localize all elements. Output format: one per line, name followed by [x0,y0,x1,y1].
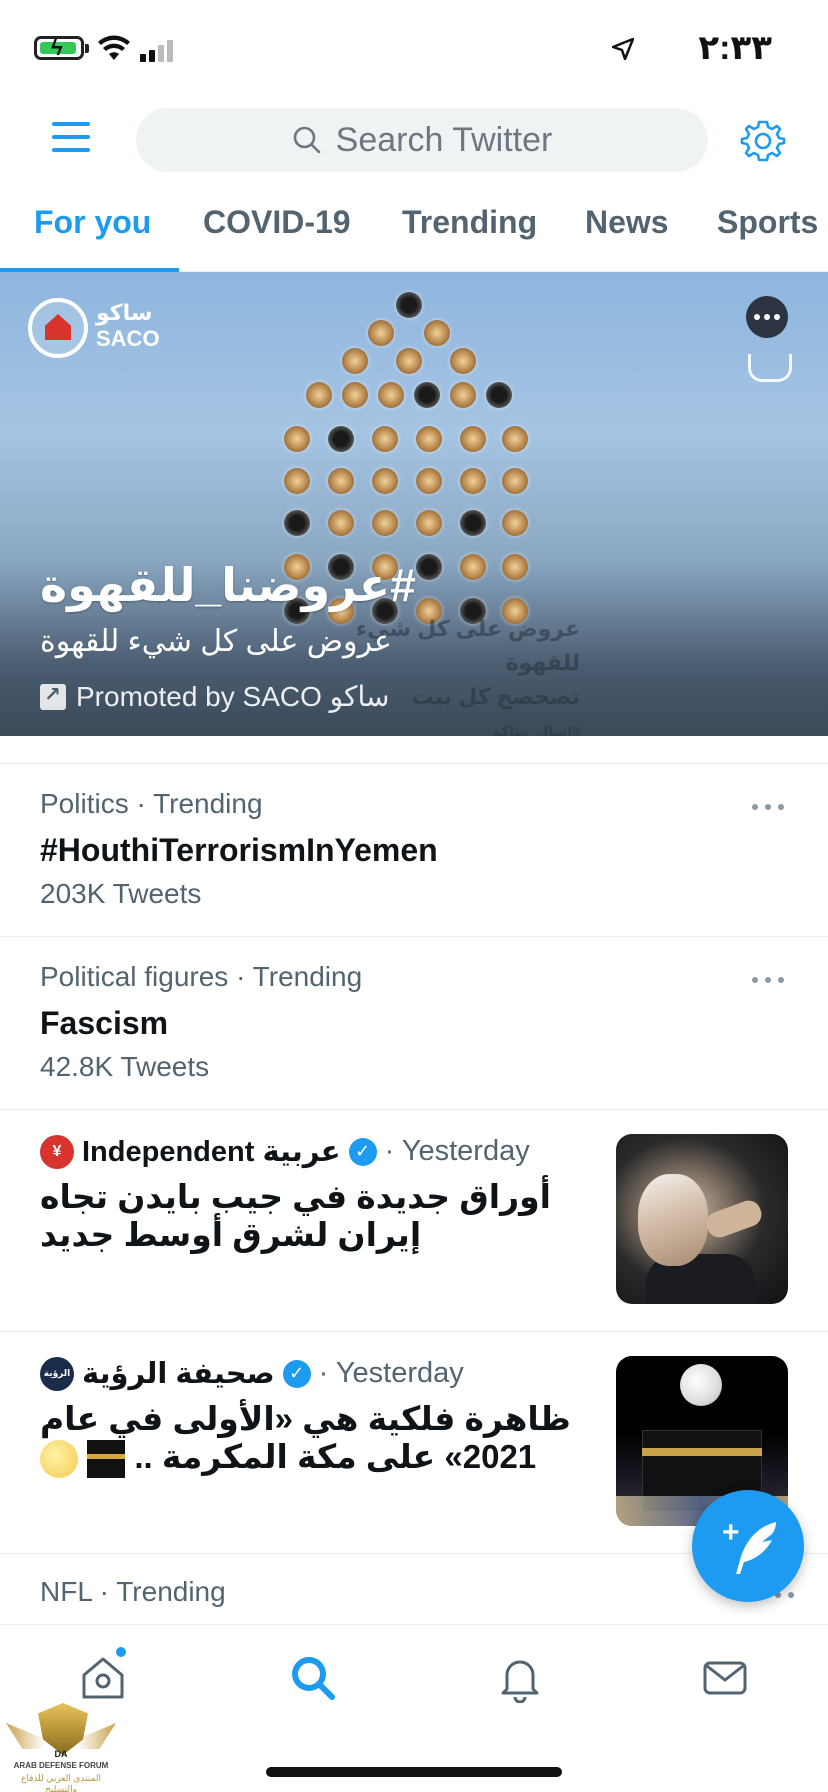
bottom-navigation: DA ARAB DEFENSE FORUM المنتدى العربي للد… [0,1624,828,1792]
header: Search Twitter [0,96,828,186]
promo-subline: عروض على كل شيء للقهوة [40,625,392,658]
status-bar: ϟ ٢:٣٣ [0,0,828,96]
section-divider [0,736,828,764]
news-source: الرؤية صحيفة الرؤية ✓ · Yesterday [40,1356,464,1391]
more-icon[interactable] [752,977,784,985]
trend-count: 203K Tweets [40,878,202,909]
search-placeholder: Search Twitter [335,120,553,159]
location-arrow-icon [612,38,634,60]
wifi-icon [98,35,130,60]
trend-title: Fascism [40,1005,169,1041]
tab-sports[interactable]: Sports [717,204,818,241]
tab-news[interactable]: News [585,204,669,241]
menu-icon[interactable] [52,122,90,156]
compose-tweet-button[interactable]: + [692,1490,804,1602]
full-moon-emoji-icon [40,1440,78,1479]
trend-meta: NFL · Trending [40,1576,226,1607]
promoted-icon [40,682,66,710]
status-time: ٢:٣٣ [698,29,772,67]
coffee-cup-icon [748,354,792,382]
battery-charging-icon: ϟ [34,35,89,60]
kaaba-emoji-icon [87,1440,126,1479]
news-source: ¥ Independent عربية ✓ · Yesterday [40,1134,530,1169]
cellular-signal-icon [140,40,173,62]
trend-meta: Political figures · Trending [40,961,363,992]
trend-item[interactable]: Political figures · Trending Fascism 42.… [0,937,828,1110]
more-options-button[interactable] [746,296,788,338]
promoted-trend-banner[interactable]: ساكو SACO عروض على كل شيء للقهوة تصحصح ك… [0,272,828,736]
verified-badge-icon: ✓ [348,1137,377,1166]
saco-logo-text: ساكو SACO [96,300,160,351]
more-icon[interactable] [752,804,784,812]
search-input[interactable]: Search Twitter [136,108,708,172]
search-nav-icon[interactable] [288,1653,338,1703]
gear-icon[interactable] [740,118,786,164]
tab-for-you[interactable]: For you [34,204,151,241]
new-content-dot [116,1647,126,1657]
trend-title: #HouthiTerrorismInYemen [40,832,438,868]
arab-defense-forum-watermark: DA ARAB DEFENSE FORUM المنتدى العربي للد… [6,1703,116,1792]
alroeya-logo: الرؤية [40,1356,74,1391]
trend-item[interactable]: Politics · Trending #HouthiTerrorismInYe… [0,764,828,937]
promoted-label: Promoted by SACO ساكو [40,680,389,713]
verified-badge-icon: ✓ [282,1359,311,1388]
independent-arabia-logo: ¥ [40,1134,74,1169]
feather-icon [736,1522,776,1574]
explore-tabs: For you COVID-19 Trending News Sports [0,186,828,272]
trend-count: 42.8K Tweets [40,1051,210,1082]
trend-meta: Politics · Trending [40,788,263,819]
messages-mail-icon[interactable] [700,1653,750,1703]
home-indicator-bar [266,1767,562,1777]
news-thumbnail [616,1134,788,1304]
news-headline: أوراق جديدة في جيب بايدن تجاه إيران لشرق… [40,1178,551,1253]
tab-covid-19[interactable]: COVID-19 [203,204,351,241]
tab-trending[interactable]: Trending [402,204,537,241]
search-icon [293,126,320,154]
notifications-bell-icon[interactable] [495,1653,545,1703]
saco-logo [28,298,88,358]
news-item[interactable]: ¥ Independent عربية ✓ · Yesterday أوراق … [0,1110,828,1332]
promo-headline: #عروضنا_للقهوة [40,559,416,611]
home-icon[interactable] [78,1653,128,1703]
news-headline: ظاهرة فلكية هي «الأولى في عام 2021» على … [40,1400,580,1479]
